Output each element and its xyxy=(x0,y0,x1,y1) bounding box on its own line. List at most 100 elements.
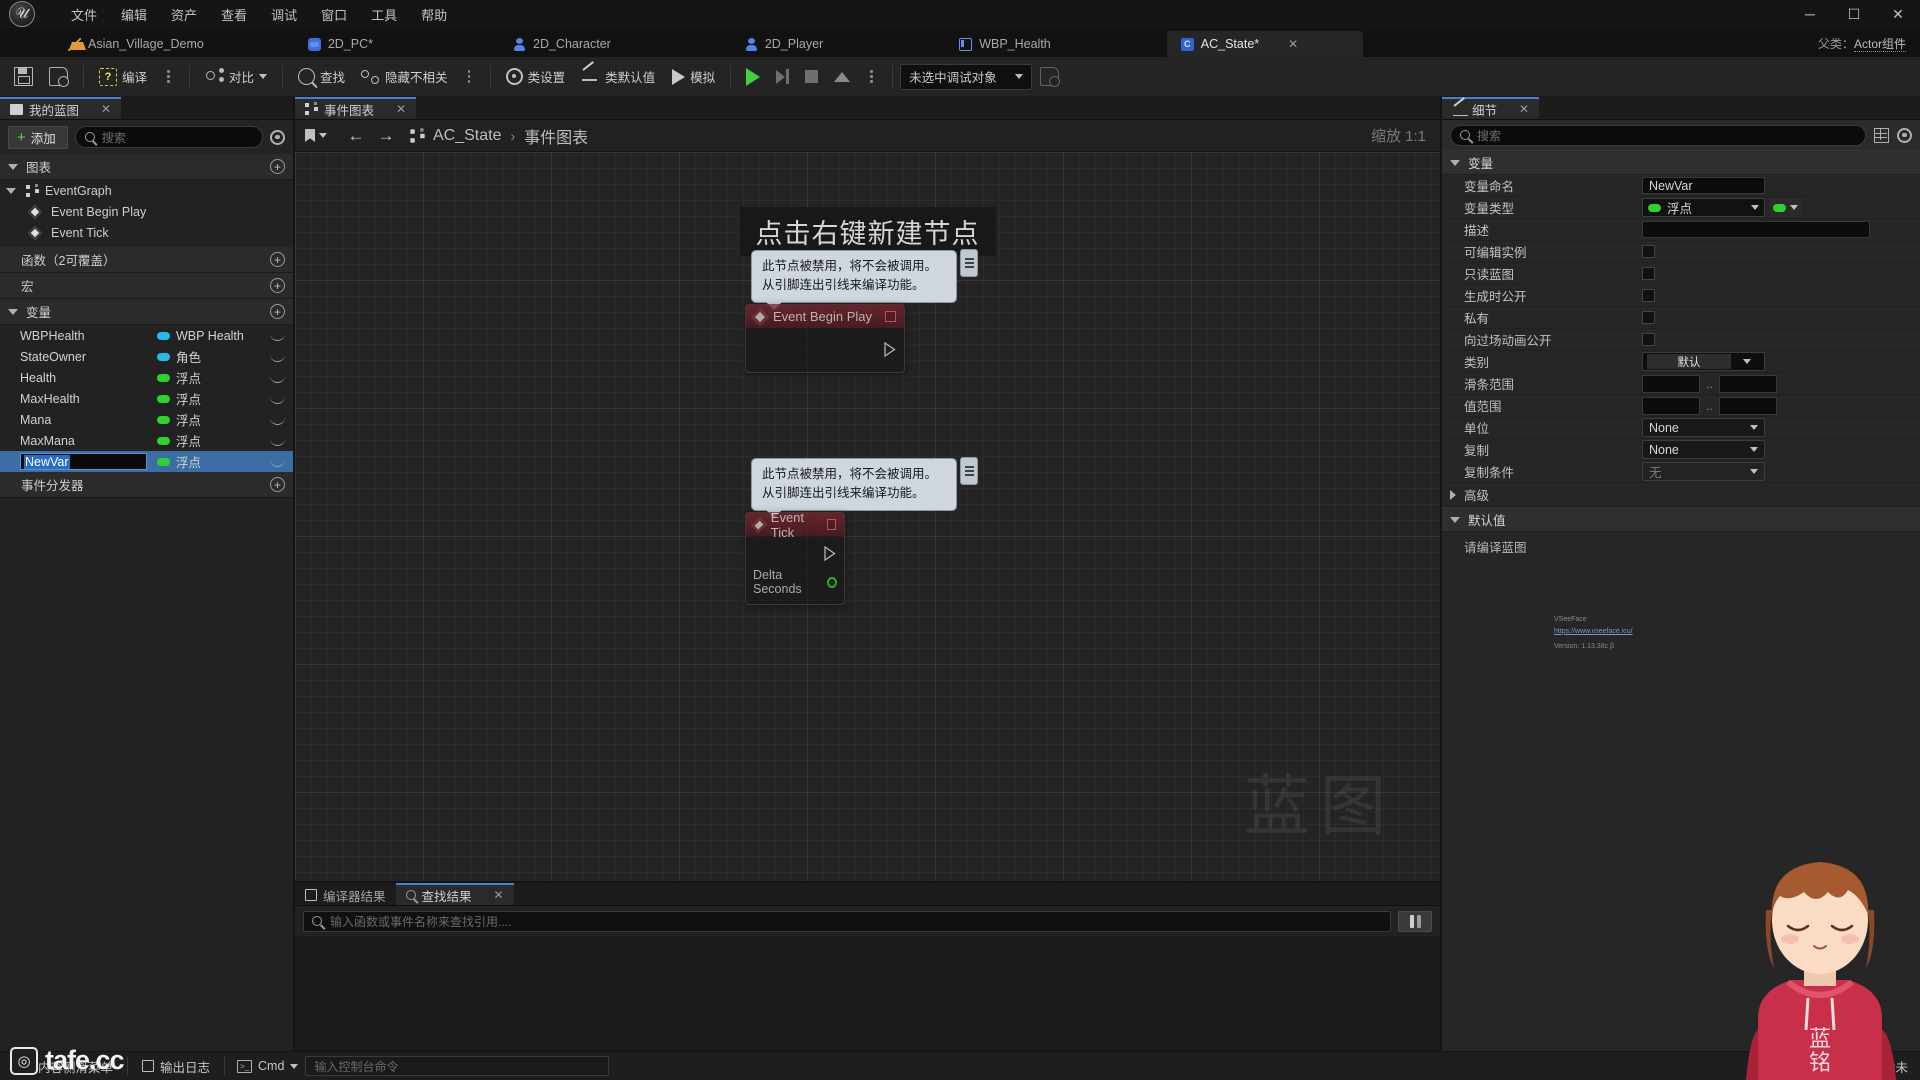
variable-row-maxhealth[interactable]: MaxHealth 浮点 xyxy=(0,388,293,409)
class-settings-button[interactable]: 类设置 xyxy=(498,61,574,93)
expose-on-spawn-checkbox[interactable] xyxy=(1642,289,1655,302)
details-section-default-value[interactable]: 默认值 xyxy=(1442,507,1920,532)
tab-close-icon[interactable]: ✕ xyxy=(494,888,504,902)
eye-icon[interactable] xyxy=(270,393,285,404)
instance-editable-checkbox[interactable] xyxy=(1642,245,1655,258)
tab-my-blueprint[interactable]: 我的蓝图 ✕ xyxy=(0,97,122,119)
variable-row-wbphealth[interactable]: WBPHealth WBP Health xyxy=(0,325,293,346)
eye-icon[interactable] xyxy=(270,435,285,446)
nav-forward-button[interactable]: → xyxy=(373,124,399,148)
section-variables[interactable]: 变量 + xyxy=(0,299,293,325)
debug-object-dropdown[interactable]: 未选中调试对象 xyxy=(900,63,1032,90)
play-button[interactable] xyxy=(738,61,768,93)
breadcrumb-root[interactable]: AC_State xyxy=(433,127,501,145)
float-pin-icon[interactable] xyxy=(827,576,837,588)
tab-close-icon[interactable]: ✕ xyxy=(1519,102,1529,116)
hide-unrelated-options-button[interactable] xyxy=(456,61,483,93)
section-functions[interactable]: 函数（2可覆盖） + xyxy=(0,247,293,273)
variable-row-stateowner[interactable]: StateOwner 角色 xyxy=(0,346,293,367)
node-event-begin-play[interactable]: Event Begin Play xyxy=(745,304,905,373)
eye-icon[interactable] xyxy=(270,414,285,425)
variable-rename-input[interactable]: NewVar xyxy=(20,453,147,470)
tree-item-eventgraph[interactable]: EventGraph xyxy=(0,180,293,201)
graph-canvas[interactable]: 点击右键新建节点 蓝图 此节点被禁用，将不会被调用。 从引脚连出引线来编译功能。… xyxy=(295,152,1440,881)
variable-row-mana[interactable]: Mana 浮点 xyxy=(0,409,293,430)
asset-tab-2d-player[interactable]: 2D_Player xyxy=(731,31,839,57)
unreal-engine-logo[interactable]: 𝒰 xyxy=(0,0,44,28)
details-search-input[interactable]: 搜索 xyxy=(1450,124,1866,146)
details-section-variable[interactable]: 变量 xyxy=(1442,150,1920,175)
expose-to-cinematics-checkbox[interactable] xyxy=(1642,333,1655,346)
tab-find-results[interactable]: 查找结果 ✕ xyxy=(395,883,514,905)
node-exec-out-pin[interactable] xyxy=(746,536,844,564)
variable-container-type-dropdown[interactable] xyxy=(1770,198,1801,217)
pin-tooltip-button[interactable] xyxy=(960,457,978,485)
eye-icon[interactable] xyxy=(270,351,285,362)
replication-condition-dropdown[interactable]: 无 xyxy=(1642,462,1765,481)
tab-compiler-results[interactable]: 编译器结果 xyxy=(295,883,396,905)
tab-event-graph[interactable]: 事件图表 ✕ xyxy=(295,97,417,119)
tab-close-icon[interactable]: ✕ xyxy=(396,102,406,116)
asset-tab-2d-character[interactable]: 2D_Character xyxy=(499,31,627,57)
menu-item-help[interactable]: 帮助 xyxy=(410,2,458,27)
menu-item-debug[interactable]: 调试 xyxy=(260,2,308,27)
section-macros[interactable]: 宏 + xyxy=(0,273,293,299)
variable-name-input[interactable]: NewVar xyxy=(1642,177,1765,194)
add-dispatcher-icon[interactable]: + xyxy=(270,477,285,492)
my-blueprint-search-input[interactable]: 搜索 xyxy=(74,126,263,148)
find-results-list[interactable] xyxy=(295,936,1440,1051)
close-icon[interactable]: ✕ xyxy=(1876,0,1920,28)
chevron-down-icon[interactable] xyxy=(6,187,16,194)
asset-tab-wbp-health[interactable]: WBP_Health xyxy=(945,31,1067,57)
private-checkbox[interactable] xyxy=(1642,311,1655,324)
find-options-button[interactable] xyxy=(1398,910,1432,932)
gear-icon[interactable] xyxy=(270,129,285,145)
compile-button[interactable]: ? 编译 xyxy=(91,61,155,93)
units-dropdown[interactable]: None xyxy=(1642,418,1765,437)
section-event-dispatchers[interactable]: 事件分发器 + xyxy=(0,472,293,498)
variable-type-dropdown[interactable]: 浮点 xyxy=(1642,198,1765,217)
output-log-button[interactable]: 输出日志 xyxy=(133,1055,219,1077)
step-button[interactable] xyxy=(768,61,797,93)
bookmark-button[interactable] xyxy=(303,124,329,148)
eye-icon[interactable] xyxy=(270,330,285,341)
asset-tab-asian-village-demo[interactable]: Asian_Village_Demo xyxy=(54,31,220,57)
replication-dropdown[interactable]: None xyxy=(1642,440,1765,459)
pin-tooltip-button[interactable] xyxy=(960,249,978,277)
add-macro-icon[interactable]: + xyxy=(270,278,285,293)
play-options-button[interactable] xyxy=(858,61,885,93)
eye-icon[interactable] xyxy=(270,372,285,383)
find-button[interactable]: 查找 xyxy=(290,61,353,93)
add-variable-icon[interactable]: + xyxy=(270,304,285,319)
nav-back-button[interactable]: ← xyxy=(343,124,369,148)
menu-item-view[interactable]: 查看 xyxy=(210,2,258,27)
asset-tab-2d-pc[interactable]: 2D_PC* xyxy=(294,31,389,57)
asset-tab-close-icon[interactable]: ✕ xyxy=(1288,37,1298,51)
asset-tab-ac-state[interactable]: C AC_State* ✕ xyxy=(1166,31,1363,57)
console-command-input[interactable]: 输入控制台命令 xyxy=(305,1056,610,1076)
variable-row-health[interactable]: Health 浮点 xyxy=(0,367,293,388)
menu-item-window[interactable]: 窗口 xyxy=(310,2,358,27)
tree-item-event-tick[interactable]: Event Tick xyxy=(0,222,293,243)
blueprint-readonly-checkbox[interactable] xyxy=(1642,267,1655,280)
variable-row-maxmana[interactable]: MaxMana 浮点 xyxy=(0,430,293,451)
menu-item-assets[interactable]: 资产 xyxy=(160,2,208,27)
slider-range-max-input[interactable] xyxy=(1718,374,1777,393)
eject-button[interactable] xyxy=(826,61,858,93)
debug-browse-button[interactable] xyxy=(1032,61,1067,93)
node-event-tick[interactable]: Event Tick Delta Seconds xyxy=(745,512,845,605)
save-button[interactable] xyxy=(6,61,41,93)
description-input[interactable] xyxy=(1642,221,1870,238)
compile-options-button[interactable] xyxy=(155,61,182,93)
eye-icon[interactable] xyxy=(270,456,285,467)
parent-class-value[interactable]: Actor组件 xyxy=(1853,37,1906,52)
value-range-min-input[interactable] xyxy=(1642,396,1700,415)
class-defaults-button[interactable]: 类默认值 xyxy=(573,61,663,93)
menu-item-tools[interactable]: 工具 xyxy=(360,2,408,27)
hide-unrelated-button[interactable]: 隐藏不相关 xyxy=(353,61,456,93)
add-function-icon[interactable]: + xyxy=(270,252,285,267)
add-graph-icon[interactable]: + xyxy=(270,159,285,174)
detail-row-advanced[interactable]: 高级 xyxy=(1442,483,1920,507)
browse-button[interactable] xyxy=(41,61,76,93)
menu-item-edit[interactable]: 编辑 xyxy=(110,2,158,27)
